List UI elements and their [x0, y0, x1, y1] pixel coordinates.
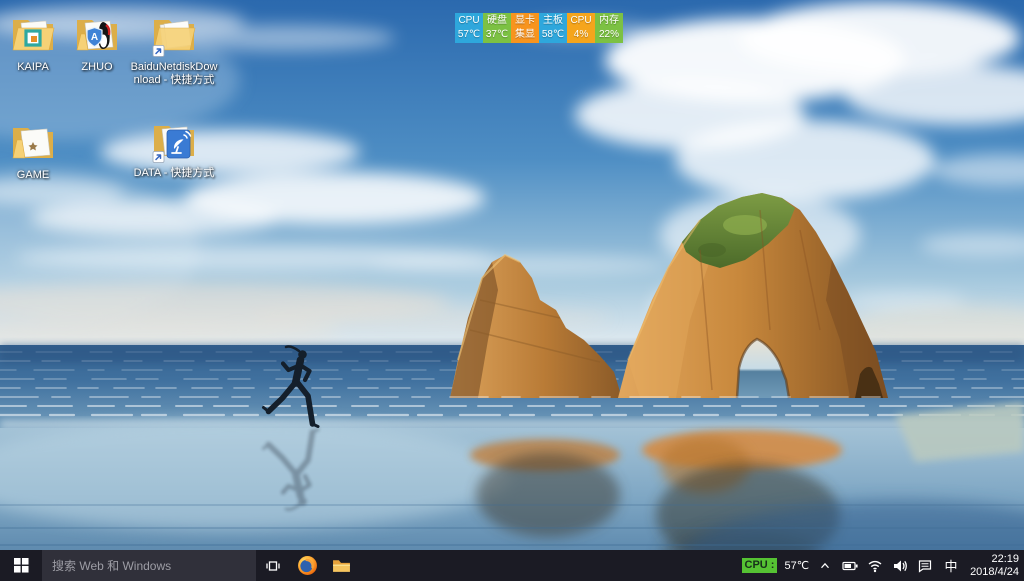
- clock-time: 22:19: [991, 552, 1019, 565]
- hw-label: 显卡: [515, 15, 535, 26]
- taskbar-search-box[interactable]: [42, 550, 256, 581]
- folder-app-icon: [12, 20, 55, 51]
- ime-indicator[interactable]: 中: [941, 556, 961, 575]
- hardware-monitor-widget[interactable]: CPU 57℃ 硬盘 37℃ 显卡 集显 主板 58℃ CPU 4% 内存 22…: [455, 13, 623, 43]
- hw-cell-mainboard-temp: 主板 58℃: [539, 13, 567, 43]
- taskbar-clock[interactable]: 22:19 2018/4/24: [968, 553, 1019, 579]
- hw-cell-cpu-usage: CPU 4%: [567, 13, 595, 43]
- battery-icon: [841, 561, 858, 570]
- taskbar-file-explorer-button[interactable]: [324, 550, 358, 581]
- folder-open-icon: [12, 128, 53, 159]
- system-tray: CPU : 57℃ 中 22:19 2018/4/24: [741, 550, 1024, 581]
- folder-penguin-shield-icon: A: [76, 20, 117, 51]
- hw-label: 内存: [599, 15, 619, 26]
- search-input[interactable]: [42, 558, 256, 573]
- hw-label: CPU: [458, 15, 480, 26]
- hw-cell-gpu: 显卡 集显: [511, 13, 539, 43]
- hw-value: 4%: [573, 29, 589, 40]
- desktop-icon-zhuo[interactable]: A ZHUO: [68, 12, 126, 74]
- start-button[interactable]: [0, 550, 42, 581]
- windows-logo-icon: [13, 558, 29, 573]
- action-center-button[interactable]: [916, 557, 934, 575]
- desktop-icon-game[interactable]: GAME: [4, 120, 62, 182]
- hw-value: 集显: [515, 29, 535, 40]
- hw-value: 37℃: [485, 29, 509, 40]
- hw-cell-memory-usage: 内存 22%: [595, 13, 623, 43]
- notification-bubble-icon: [918, 559, 932, 573]
- icon-label: ZHUO: [81, 61, 113, 73]
- hw-value: 22%: [598, 29, 619, 40]
- wifi-icon: [868, 560, 882, 572]
- icon-label: DATA - 快捷方式: [133, 167, 215, 179]
- hw-value: 58℃: [541, 29, 565, 40]
- hw-cell-disk-temp: 硬盘 37℃: [483, 13, 511, 43]
- hw-value: 57℃: [457, 29, 481, 40]
- desktop-icon-data[interactable]: DATA - 快捷方式: [128, 118, 220, 180]
- hidden-icons-chevron[interactable]: [816, 557, 834, 575]
- task-view-button[interactable]: [256, 550, 290, 581]
- hw-label: CPU: [570, 15, 592, 26]
- battery-indicator[interactable]: [841, 557, 859, 575]
- taskbar: CPU : 57℃: [0, 550, 1024, 581]
- network-indicator[interactable]: [866, 557, 884, 575]
- tray-cpu-temp: 57℃: [784, 560, 810, 572]
- icon-label: GAME: [16, 169, 50, 181]
- hw-cell-cpu-temp: CPU 57℃: [455, 13, 483, 43]
- folder-shortcut-icon: [152, 20, 196, 57]
- file-explorer-icon: [332, 560, 350, 572]
- volume-indicator[interactable]: [891, 557, 909, 575]
- hw-label: 主板: [543, 15, 563, 26]
- icon-label: KAIPA: [17, 61, 49, 73]
- taskbar-firefox-button[interactable]: [290, 550, 324, 581]
- wallpaper-beach-rocks: [0, 0, 1024, 581]
- desktop-screen: KAIPA A ZHUO BaiduNetdiskDownload - 快捷方式: [0, 0, 1024, 581]
- icon-label: BaiduNetdiskDownload - 快捷方式: [130, 61, 218, 86]
- desktop-icon-baidunetdisk-download[interactable]: BaiduNetdiskDownload - 快捷方式: [128, 12, 220, 87]
- folder-satellite-shortcut-icon: [152, 126, 194, 163]
- tray-cpu-badge[interactable]: CPU :: [741, 558, 778, 573]
- chevron-up-icon: [821, 562, 830, 568]
- hw-label: 硬盘: [487, 15, 507, 26]
- desktop-icon-kaipa[interactable]: KAIPA: [4, 12, 62, 74]
- speaker-icon: [894, 560, 907, 571]
- firefox-icon: [297, 556, 317, 575]
- clock-date: 2018/4/24: [970, 565, 1019, 578]
- task-view-icon: [266, 560, 280, 571]
